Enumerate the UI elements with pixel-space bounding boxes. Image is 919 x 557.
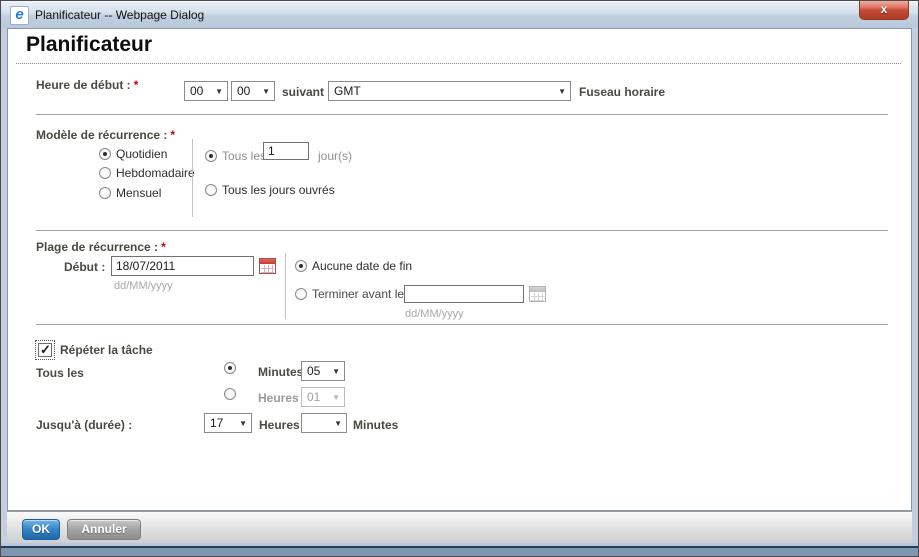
radio-hebdomadaire[interactable] [99,167,111,179]
end-date-format-hint: dd/MM/yyyy [405,308,464,320]
required-asterisk: * [161,240,166,254]
chevron-down-icon: ▼ [558,86,566,96]
section-divider [36,114,888,115]
every-unit-label: jour(s) [318,149,353,163]
start-hour-select[interactable]: 00 ▼ [184,81,228,101]
radio-mensuel-label[interactable]: Mensuel [116,186,161,200]
repeat-hours-select: 01 ▼ [301,387,345,407]
every-label: Tous les [222,149,267,163]
radio-repeat-hours[interactable] [224,388,236,400]
ie-icon: e [10,6,29,25]
every-days-input[interactable] [263,142,309,160]
pattern-label: Modèle de récurrence : * [36,128,176,142]
radio-quotidien[interactable] [99,148,111,160]
page-title: Planificateur [26,33,153,56]
until-minutes-label: Minutes [353,418,399,432]
chevron-down-icon: ▼ [334,418,342,428]
planificateur-dialog: { "window": { "title": "Planificateur --… [0,0,919,557]
cancel-button[interactable]: Annuler [67,519,141,540]
section-divider [36,324,888,325]
radio-hebdomadaire-label[interactable]: Hebdomadaire [116,166,195,180]
weekdays-label[interactable]: Tous les jours ouvrés [222,183,335,197]
start-minute-select[interactable]: 00 ▼ [231,81,275,101]
calendar-icon[interactable] [259,258,276,274]
repeat-minutes-select[interactable]: 05 ▼ [301,361,345,381]
chevron-down-icon: ▼ [262,86,270,96]
repeat-task-label[interactable]: Répéter la tâche [60,343,153,357]
chevron-down-icon: ▼ [332,366,340,376]
until-minutes-select[interactable]: ▼ [301,413,347,433]
required-asterisk: * [170,128,176,142]
start-date-format-hint: dd/MM/yyyy [114,280,173,292]
section-divider [36,230,888,231]
range-label: Plage de récurrence : * [36,240,166,254]
radio-no-end-date[interactable] [295,260,307,272]
footer-bar: OK Annuler [7,511,912,543]
window-frame-base [1,548,918,556]
start-time-label: Heure de début : * [36,78,139,92]
repeat-hours-label: Heures [258,391,299,405]
until-hours-select[interactable]: 17 ▼ [204,413,252,433]
end-date-input[interactable] [404,285,524,303]
calendar-icon-disabled [529,286,546,302]
until-hours-label: Heures [259,418,300,432]
title-bar[interactable]: e Planificateur -- Webpage Dialog [1,1,918,28]
timezone-label: Fuseau horaire [579,85,666,99]
chevron-down-icon: ▼ [239,418,247,428]
range-divider [285,253,286,319]
pattern-divider [192,139,193,217]
no-end-date-label[interactable]: Aucune date de fin [312,259,412,273]
radio-every-n-days[interactable] [205,150,217,162]
required-asterisk: * [133,78,139,92]
close-button[interactable]: x [859,0,909,20]
start-date-label: Début : [64,260,106,274]
suivant-label: suivant [282,85,325,99]
radio-quotidien-label[interactable]: Quotidien [116,147,167,161]
dialog-content: Planificateur Heure de début : * 00 ▼ 00 ▼ … [7,28,912,511]
chevron-down-icon: ▼ [215,86,223,96]
end-before-label[interactable]: Terminer avant le : [312,287,411,301]
repeat-every-label: Tous les [36,366,84,380]
until-duration-label: Jusqu'à (durée) : [36,418,133,432]
ok-button[interactable]: OK [22,519,60,540]
heading-divider [16,63,901,64]
radio-repeat-minutes[interactable] [224,362,236,374]
radio-weekdays[interactable] [205,184,217,196]
window-title: Planificateur -- Webpage Dialog [35,8,205,22]
radio-end-before[interactable] [295,288,307,300]
repeat-task-checkbox[interactable] [35,340,55,360]
chevron-down-icon: ▼ [332,392,340,402]
repeat-minutes-label: Minutes [258,365,304,379]
radio-mensuel[interactable] [99,187,111,199]
start-date-input[interactable] [111,256,254,276]
timezone-select[interactable]: GMT ▼ [328,81,571,101]
